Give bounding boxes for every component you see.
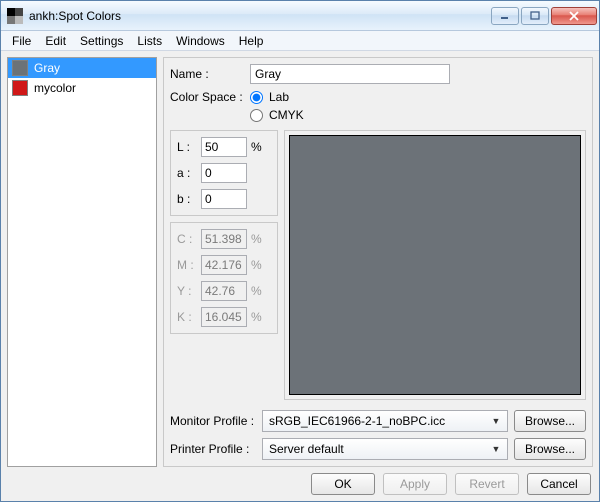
window: ankh:Spot Colors File Edit Settings List… (0, 0, 600, 502)
y-input (201, 281, 247, 301)
list-item[interactable]: mycolor (8, 78, 156, 98)
name-label: Name : (170, 67, 250, 81)
radio-lab[interactable]: Lab (250, 90, 304, 104)
maximize-icon (530, 11, 540, 21)
pct-label: % (251, 284, 263, 298)
b-label: b : (177, 192, 197, 206)
pct-label: % (251, 310, 263, 324)
menu-lists[interactable]: Lists (130, 33, 169, 49)
client-area: Gray mycolor Name : Color Space : (1, 51, 599, 501)
printer-browse-button[interactable]: Browse... (514, 438, 586, 460)
list-item-label: mycolor (34, 81, 76, 95)
chevron-down-icon: ▼ (489, 414, 503, 428)
color-preview (289, 135, 581, 395)
list-item-label: Gray (34, 61, 60, 75)
k-input (201, 307, 247, 327)
l-label: L : (177, 140, 197, 154)
menu-windows[interactable]: Windows (169, 33, 232, 49)
ok-button[interactable]: OK (311, 473, 375, 495)
pct-label: % (251, 232, 263, 246)
k-label: K : (177, 310, 197, 324)
menu-settings[interactable]: Settings (73, 33, 130, 49)
monitor-profile-value: sRGB_IEC61966-2-1_noBPC.icc (269, 414, 445, 428)
name-input[interactable] (250, 64, 450, 84)
radio-cmyk[interactable]: CMYK (250, 108, 304, 122)
printer-profile-value: Server default (269, 442, 344, 456)
revert-button: Revert (455, 473, 519, 495)
menu-help[interactable]: Help (232, 33, 271, 49)
color-swatch (12, 60, 28, 76)
colorspace-label: Color Space : (170, 90, 250, 104)
printer-profile-label: Printer Profile : (170, 442, 256, 456)
y-label: Y : (177, 284, 197, 298)
window-title: ankh:Spot Colors (29, 9, 491, 23)
minimize-icon (500, 11, 510, 21)
radio-lab-input[interactable] (250, 91, 263, 104)
menubar: File Edit Settings Lists Windows Help (1, 31, 599, 51)
color-swatch (12, 80, 28, 96)
cancel-button[interactable]: Cancel (527, 473, 591, 495)
details-panel: Name : Color Space : Lab CMYK (163, 57, 593, 467)
dialog-buttons: OK Apply Revert Cancel (7, 467, 593, 495)
m-label: M : (177, 258, 197, 272)
monitor-browse-button[interactable]: Browse... (514, 410, 586, 432)
window-controls (491, 7, 597, 25)
pct-label: % (251, 140, 263, 154)
c-input (201, 229, 247, 249)
apply-button: Apply (383, 473, 447, 495)
preview-frame (284, 130, 586, 400)
list-item[interactable]: Gray (8, 58, 156, 78)
l-input[interactable] (201, 137, 247, 157)
radio-cmyk-label: CMYK (269, 108, 304, 122)
menu-file[interactable]: File (5, 33, 38, 49)
chevron-down-icon: ▼ (489, 442, 503, 456)
monitor-profile-label: Monitor Profile : (170, 414, 256, 428)
main-row: Gray mycolor Name : Color Space : (7, 57, 593, 467)
printer-profile-combo[interactable]: Server default ▼ (262, 438, 508, 460)
minimize-button[interactable] (491, 7, 519, 25)
a-label: a : (177, 166, 197, 180)
close-icon (568, 11, 580, 21)
lab-group: L :% a : b : (170, 130, 278, 216)
c-label: C : (177, 232, 197, 246)
close-button[interactable] (551, 7, 597, 25)
monitor-profile-combo[interactable]: sRGB_IEC61966-2-1_noBPC.icc ▼ (262, 410, 508, 432)
a-input[interactable] (201, 163, 247, 183)
app-icon (7, 8, 23, 24)
menu-edit[interactable]: Edit (38, 33, 73, 49)
b-input[interactable] (201, 189, 247, 209)
maximize-button[interactable] (521, 7, 549, 25)
titlebar: ankh:Spot Colors (1, 1, 599, 31)
m-input (201, 255, 247, 275)
color-list[interactable]: Gray mycolor (7, 57, 157, 467)
pct-label: % (251, 258, 263, 272)
cmyk-group: C :% M :% Y :% K :% (170, 222, 278, 334)
radio-lab-label: Lab (269, 90, 289, 104)
radio-cmyk-input[interactable] (250, 109, 263, 122)
